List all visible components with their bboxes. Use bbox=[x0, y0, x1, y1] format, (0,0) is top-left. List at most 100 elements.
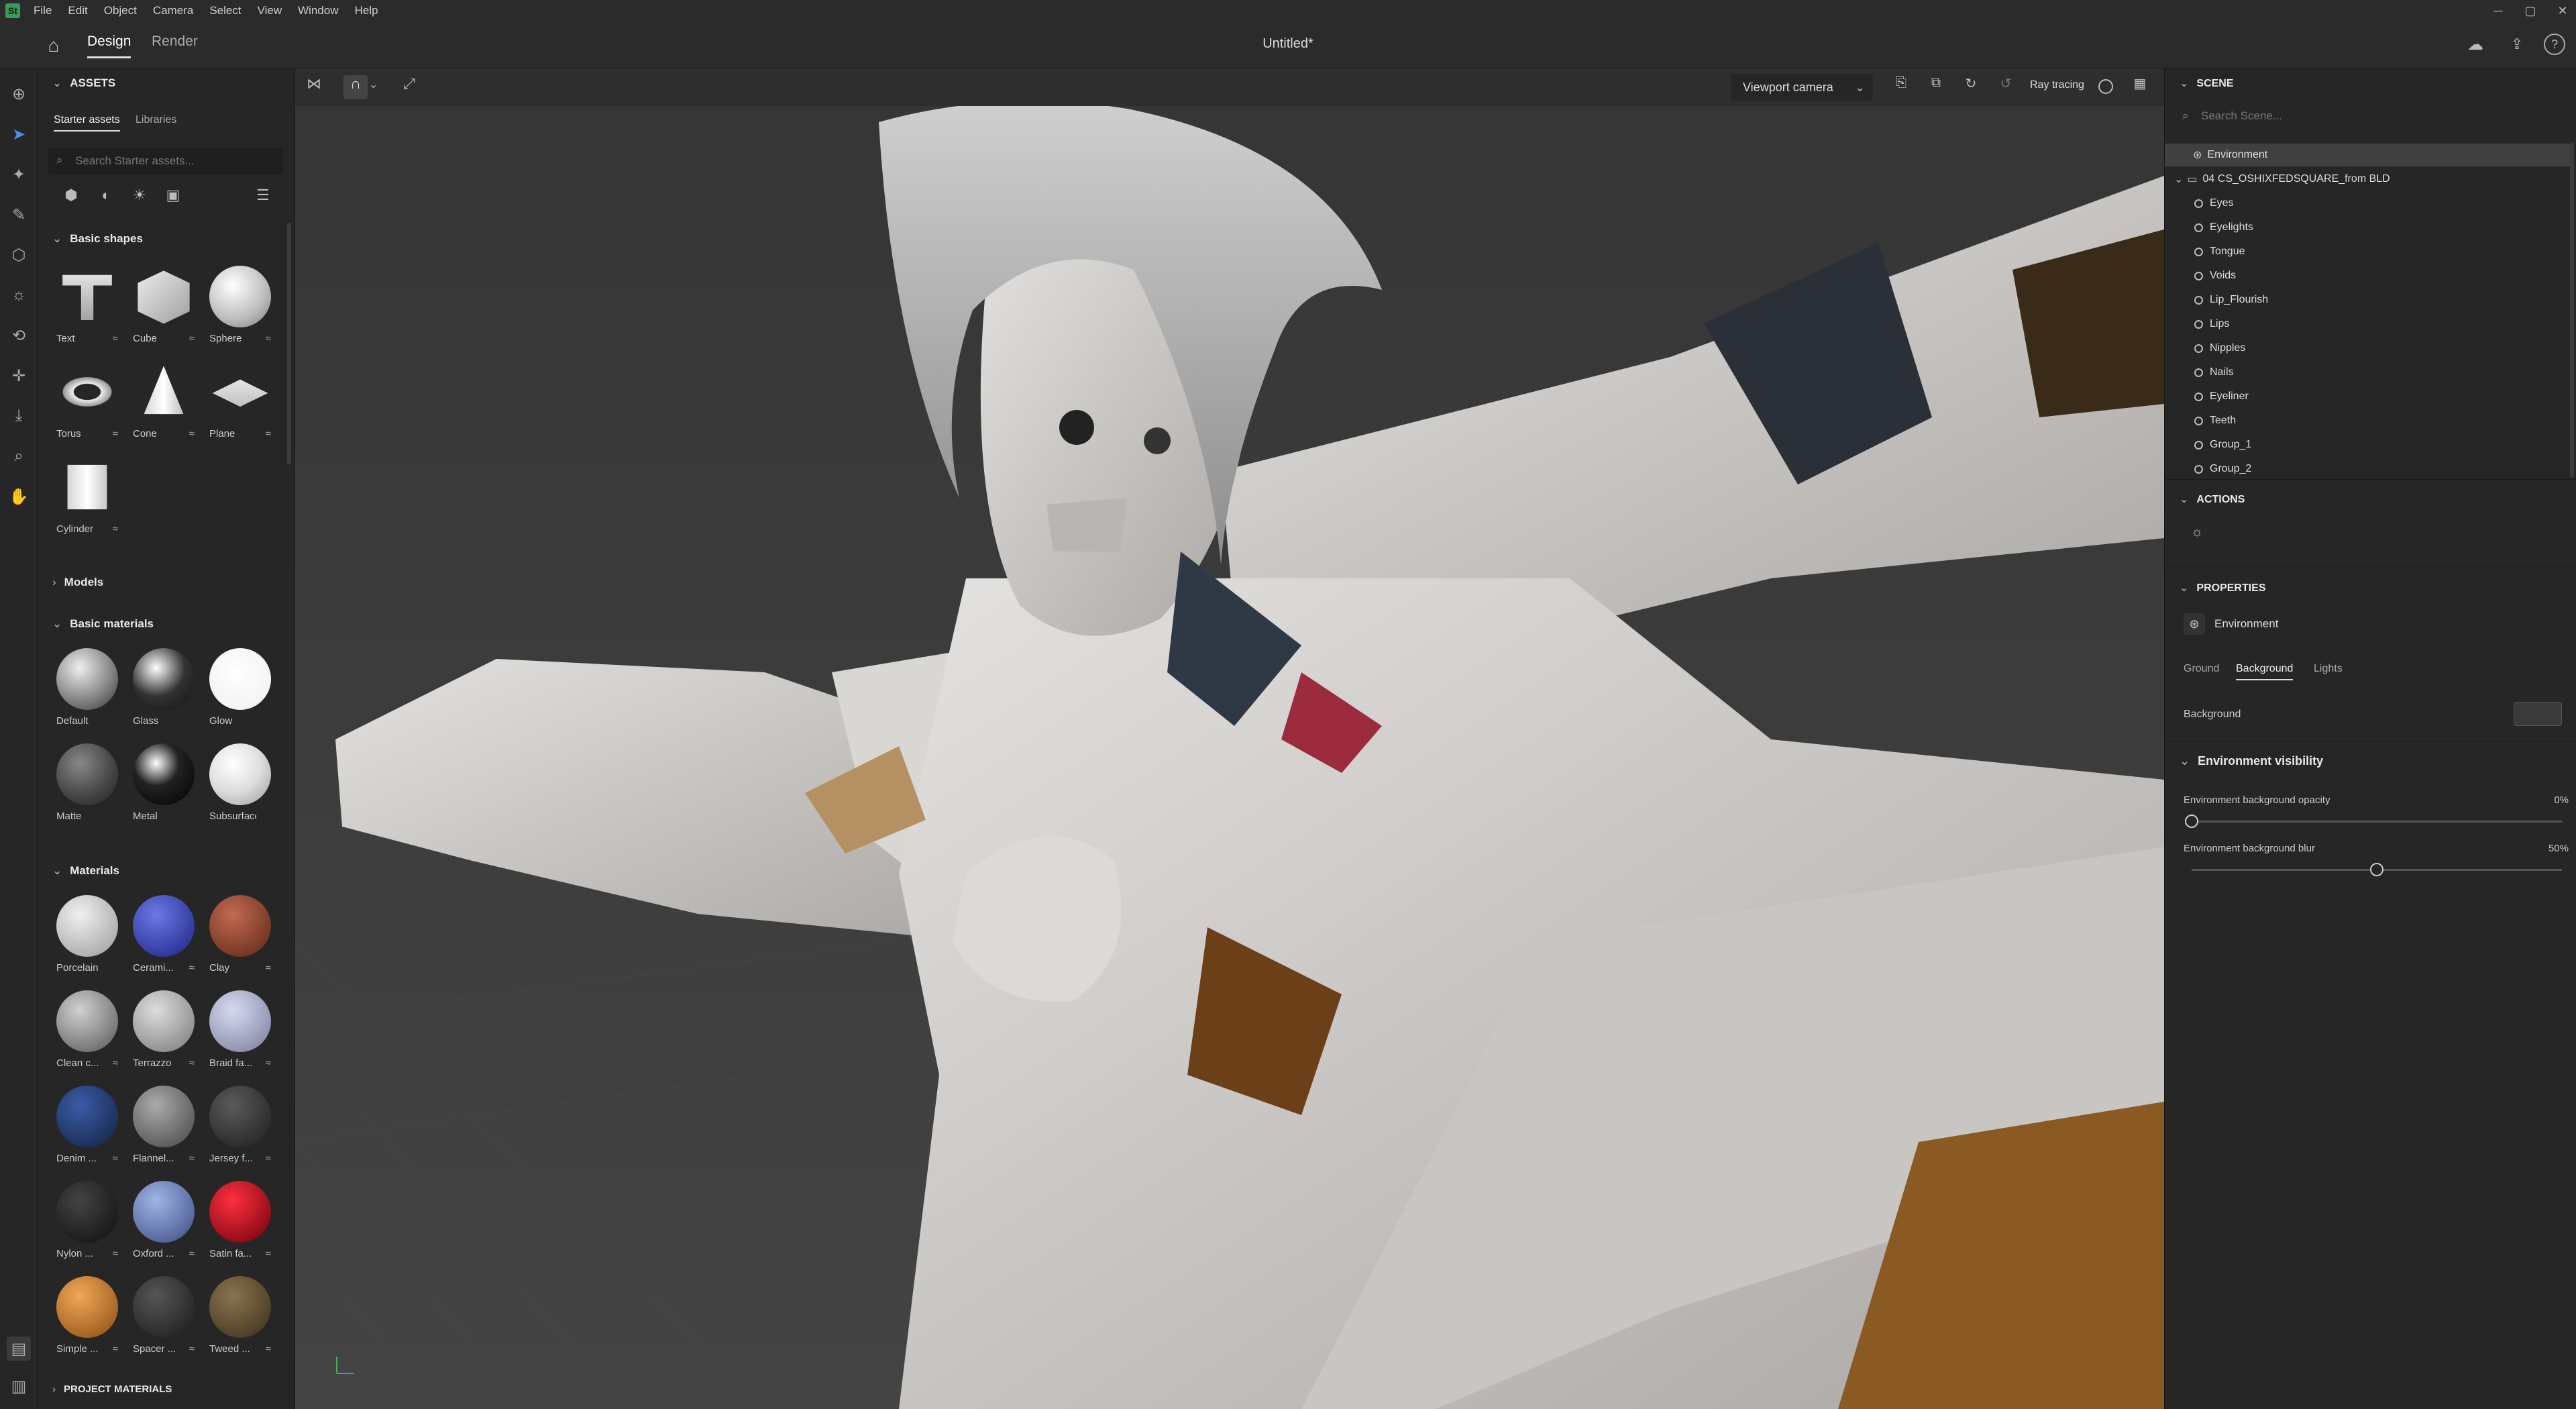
menu-file[interactable]: File bbox=[25, 4, 60, 17]
paint-icon[interactable]: ✎ bbox=[7, 203, 31, 227]
options-icon[interactable]: ≈ bbox=[189, 333, 195, 344]
asset-panel-icon[interactable]: ▤ bbox=[7, 1337, 31, 1361]
tab-libraries[interactable]: Libraries bbox=[136, 114, 176, 126]
options-icon[interactable]: ≈ bbox=[113, 428, 118, 439]
zoom-icon[interactable]: ⌕ bbox=[7, 444, 31, 468]
material-item[interactable]: Jersey f... ≈ bbox=[205, 1083, 275, 1169]
background-color-swatch[interactable] bbox=[2514, 702, 2562, 726]
material-item[interactable]: Cerami... ≈ bbox=[129, 892, 199, 978]
tree-item-environment[interactable]: ⊛ Environment bbox=[2165, 144, 2570, 166]
asset-sphere[interactable]: Sphere ≈ bbox=[205, 263, 275, 349]
material-item[interactable]: Nylon ... ≈ bbox=[52, 1178, 122, 1264]
camera-select[interactable]: Viewport camera ⌄ bbox=[1731, 74, 1873, 101]
asset-cube[interactable]: Cube ≈ bbox=[129, 263, 199, 349]
select-icon[interactable]: ➤ bbox=[7, 122, 31, 146]
options-icon[interactable]: ≈ bbox=[189, 1343, 195, 1355]
project-materials-header[interactable]: › PROJECT MATERIALS bbox=[52, 1384, 172, 1395]
transform-icon[interactable]: ⟲ bbox=[7, 323, 31, 348]
render-preview-icon[interactable]: ▦ bbox=[2128, 75, 2152, 99]
object-icon[interactable]: ⬡ bbox=[7, 243, 31, 267]
share-icon[interactable]: ⇪ bbox=[2505, 32, 2529, 56]
ray-tracing-toggle[interactable] bbox=[2098, 79, 2113, 94]
cloud-sync-icon[interactable]: ☁ bbox=[2463, 32, 2487, 56]
options-icon[interactable]: ≈ bbox=[266, 1248, 271, 1259]
assets-search-input[interactable]: ⌕ Search Starter assets... bbox=[48, 148, 283, 174]
scene-graph-icon[interactable]: ⋈ bbox=[302, 75, 326, 99]
list-view-icon[interactable]: ☰ bbox=[251, 187, 275, 211]
options-icon[interactable]: ≈ bbox=[266, 962, 271, 974]
environment-visibility-header[interactable]: ⌄ Environment visibility bbox=[2180, 754, 2323, 768]
home-icon[interactable]: ⌂ bbox=[42, 34, 66, 58]
material-glass[interactable]: Glass bbox=[129, 645, 199, 731]
library-panel-icon[interactable]: ▥ bbox=[7, 1374, 31, 1398]
asset-plane[interactable]: Plane ≈ bbox=[205, 358, 275, 444]
help-icon[interactable]: ? bbox=[2544, 34, 2565, 55]
tree-item-child[interactable]: Lip_Flourish bbox=[2194, 289, 2570, 311]
options-icon[interactable]: ≈ bbox=[189, 1248, 195, 1259]
options-icon[interactable]: ≈ bbox=[113, 1248, 118, 1259]
viewport[interactable]: ⋈ ∩ ⌄ ⤢ Viewport camera ⌄ ⎘ ⧉ ↻ ↺ Ray tr… bbox=[295, 68, 2164, 1409]
options-icon[interactable]: ≈ bbox=[113, 333, 118, 344]
models-filter-icon[interactable]: ⬢ bbox=[59, 187, 83, 211]
tab-design[interactable]: Design bbox=[87, 34, 131, 58]
material-default[interactable]: Default bbox=[52, 645, 122, 731]
material-item[interactable]: Terrazzo ≈ bbox=[129, 988, 199, 1074]
options-icon[interactable]: ≈ bbox=[266, 428, 271, 439]
opacity-slider-handle[interactable] bbox=[2185, 815, 2198, 828]
actions-header[interactable]: ⌄ ACTIONS bbox=[2180, 492, 2245, 506]
tree-item-child[interactable]: Teeth bbox=[2194, 409, 2570, 432]
basic-shapes-header[interactable]: ⌄ Basic shapes bbox=[52, 232, 143, 246]
camera-undo-icon[interactable]: ↺ bbox=[1994, 75, 2018, 99]
options-icon[interactable]: ≈ bbox=[189, 1153, 195, 1164]
material-item[interactable]: Flannel... ≈ bbox=[129, 1083, 199, 1169]
tree-item-child[interactable]: Lips bbox=[2194, 313, 2570, 335]
menu-view[interactable]: View bbox=[250, 4, 290, 17]
tree-item-child[interactable]: Nails bbox=[2194, 361, 2570, 384]
minimize-icon[interactable]: ─ bbox=[2482, 0, 2514, 21]
tree-item-child[interactable]: Voids bbox=[2194, 264, 2570, 287]
pan-icon[interactable]: ✋ bbox=[7, 484, 31, 509]
sun-action-icon[interactable]: ☼ bbox=[2185, 525, 2209, 549]
material-glow[interactable]: Glow bbox=[205, 645, 275, 731]
menu-edit[interactable]: Edit bbox=[60, 4, 95, 17]
camera-reset-icon[interactable]: ↻ bbox=[1959, 75, 1983, 99]
lights-filter-icon[interactable]: ☀ bbox=[127, 187, 152, 211]
properties-header[interactable]: ⌄ PROPERTIES bbox=[2180, 581, 2266, 594]
tree-item-child[interactable]: Group_2 bbox=[2194, 458, 2570, 480]
material-item[interactable]: Denim ... ≈ bbox=[52, 1083, 122, 1169]
tree-item-child[interactable]: Eyeliner bbox=[2194, 385, 2570, 408]
chevron-down-icon[interactable]: ⌄ bbox=[369, 78, 378, 91]
options-icon[interactable]: ≈ bbox=[113, 1153, 118, 1164]
options-icon[interactable]: ≈ bbox=[266, 1343, 271, 1355]
options-icon[interactable]: ≈ bbox=[113, 1057, 118, 1069]
materials-filter-icon[interactable]: ◐ bbox=[94, 187, 118, 211]
tab-starter-assets[interactable]: Starter assets bbox=[54, 114, 120, 132]
options-icon[interactable]: ≈ bbox=[189, 1057, 195, 1069]
tab-render[interactable]: Render bbox=[152, 34, 198, 56]
scene-scrollbar[interactable] bbox=[2570, 142, 2574, 478]
tree-item-child[interactable]: Nipples bbox=[2194, 337, 2570, 360]
material-matte[interactable]: Matte bbox=[52, 741, 122, 827]
options-icon[interactable]: ≈ bbox=[189, 428, 195, 439]
material-subsurface[interactable]: Subsurface bbox=[205, 741, 275, 827]
edit-transform-icon[interactable]: ⤢ bbox=[397, 75, 421, 99]
asset-torus[interactable]: Torus ≈ bbox=[52, 358, 122, 444]
menu-window[interactable]: Window bbox=[290, 4, 346, 17]
tab-ground[interactable]: Ground bbox=[2184, 663, 2219, 675]
options-icon[interactable]: ≈ bbox=[266, 333, 271, 344]
scene-header[interactable]: ⌄ SCENE bbox=[2180, 76, 2234, 90]
camera-bookmark-icon[interactable]: ⎘ bbox=[1889, 75, 1913, 99]
materials-header[interactable]: ⌄ Materials bbox=[52, 864, 119, 878]
magic-select-icon[interactable]: ✦ bbox=[7, 162, 31, 187]
tab-background[interactable]: Background bbox=[2236, 663, 2294, 680]
sample-icon[interactable]: ☼ bbox=[7, 283, 31, 307]
images-filter-icon[interactable]: ▣ bbox=[161, 187, 185, 211]
menu-help[interactable]: Help bbox=[347, 4, 386, 17]
move-icon[interactable]: ✛ bbox=[7, 364, 31, 388]
asset-text[interactable]: Text ≈ bbox=[52, 263, 122, 349]
material-item[interactable]: Spacer ... ≈ bbox=[129, 1273, 199, 1359]
assets-scrollbar[interactable] bbox=[287, 223, 291, 464]
magnet-snap-icon[interactable]: ∩ bbox=[343, 75, 368, 99]
asset-cylinder[interactable]: Cylinder ≈ bbox=[52, 454, 122, 539]
maximize-icon[interactable]: ▢ bbox=[2514, 0, 2546, 21]
